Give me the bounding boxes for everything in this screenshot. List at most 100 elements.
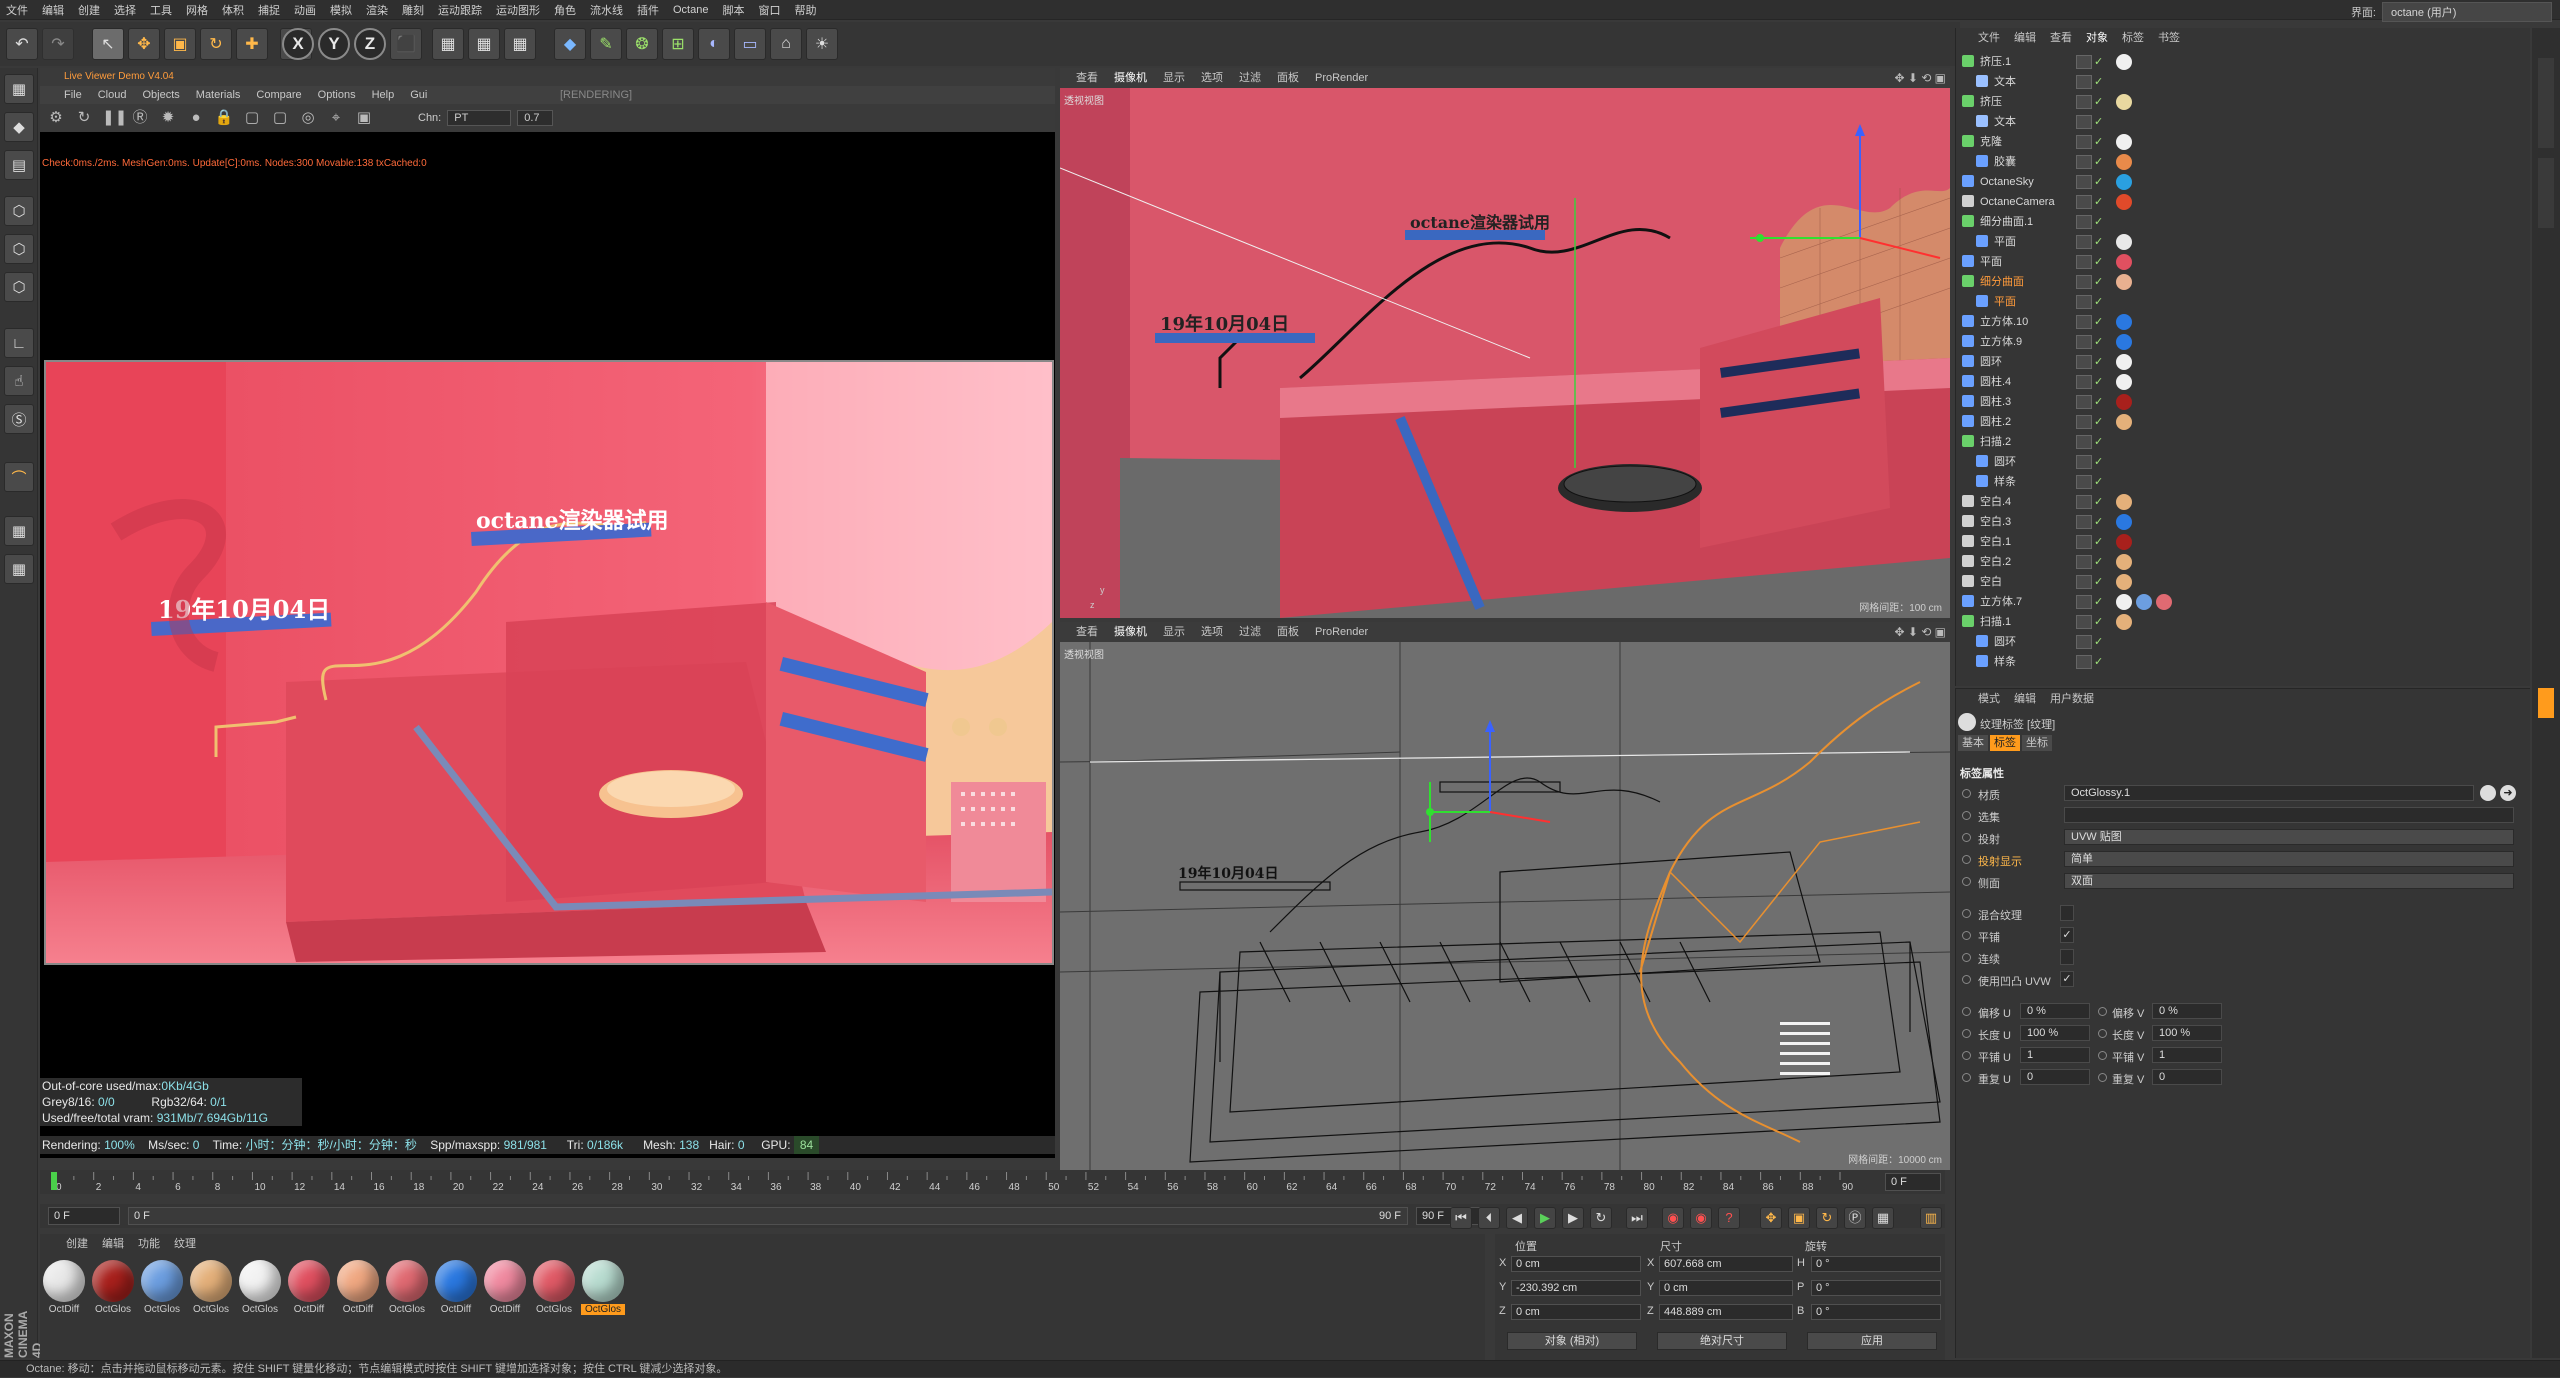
visibility-toggle[interactable]	[2076, 415, 2092, 429]
play-button[interactable]: ▶	[1534, 1207, 1556, 1229]
offset-v-field[interactable]: 0 %	[2152, 1003, 2222, 1019]
object-row[interactable]: 圆环 ✓	[1956, 352, 2531, 372]
object-name[interactable]: 文本	[1994, 72, 2016, 92]
object-name[interactable]: 空白.4	[1980, 492, 2011, 512]
object-name[interactable]: 圆环	[1994, 452, 2016, 472]
material-swatch[interactable]: OctGlos	[189, 1260, 233, 1315]
enabled-check-icon[interactable]: ✓	[2094, 392, 2103, 412]
object-row[interactable]: 文本 ✓	[1956, 72, 2531, 92]
pause-icon[interactable]: ❚❚	[102, 108, 127, 128]
material-tag-icon[interactable]	[2116, 614, 2132, 630]
viewport-menu-item[interactable]: 查看	[1076, 622, 1098, 642]
material-tag-icon[interactable]	[2116, 514, 2132, 530]
live-viewer-menu-item[interactable]: File	[64, 86, 82, 104]
menu-item[interactable]: 体积	[222, 2, 244, 18]
size-field[interactable]: 0 cm	[1659, 1280, 1793, 1296]
object-row[interactable]: 空白.2 ✓	[1956, 552, 2531, 572]
object-name[interactable]: 圆柱.2	[1980, 412, 2011, 432]
render-settings-button[interactable]: ▦	[504, 28, 536, 60]
playhead[interactable]	[51, 1172, 57, 1190]
menu-item[interactable]: 工具	[150, 2, 172, 18]
object-manager-tab[interactable]: 标签	[2122, 28, 2144, 48]
interface-select[interactable]: octane (用户)	[2382, 2, 2552, 22]
object-name[interactable]: 空白.1	[1980, 532, 2011, 552]
menu-item[interactable]: 编辑	[42, 2, 64, 18]
live-viewer-menu-item[interactable]: Options	[318, 86, 356, 104]
live-viewer-menu-item[interactable]: Objects	[142, 86, 179, 104]
object-row[interactable]: 挤压 ✓	[1956, 92, 2531, 112]
object-name[interactable]: 克隆	[1980, 132, 2002, 152]
viewport-perspective-bottom[interactable]: 查看 摄像机 显示 选项 过滤 面板 ProRender ✥ ⬇ ⟲ ▣ 19年…	[1060, 622, 1950, 1170]
picker-icon[interactable]: ◎	[298, 108, 318, 128]
workplane-icon[interactable]: ▦	[4, 516, 34, 546]
object-row[interactable]: 克隆 ✓	[1956, 132, 2531, 152]
enabled-check-icon[interactable]: ✓	[2094, 612, 2103, 632]
menu-item[interactable]: 窗口	[758, 2, 780, 18]
visibility-toggle[interactable]	[2076, 95, 2092, 109]
visibility-toggle[interactable]	[2076, 315, 2092, 329]
material-tag-icon[interactable]	[2116, 174, 2132, 190]
visibility-toggle[interactable]	[2076, 375, 2092, 389]
visibility-toggle[interactable]	[2076, 535, 2092, 549]
object-name[interactable]: 样条	[1994, 652, 2016, 672]
material-link-field[interactable]: OctGlossy.1	[2064, 785, 2474, 801]
menu-item[interactable]: 流水线	[590, 2, 623, 18]
axis-mode-icon[interactable]: ∟	[4, 328, 34, 358]
viewport-menu-item[interactable]: 面板	[1277, 68, 1299, 88]
repeat-v-field[interactable]: 0	[2152, 1069, 2222, 1085]
visibility-toggle[interactable]	[2076, 515, 2092, 529]
menu-item[interactable]: 网格	[186, 2, 208, 18]
visibility-toggle[interactable]	[2076, 135, 2092, 149]
enabled-check-icon[interactable]: ✓	[2094, 232, 2103, 252]
enabled-check-icon[interactable]: ✓	[2094, 352, 2103, 372]
object-name[interactable]: 平面	[1994, 292, 2016, 312]
visibility-toggle[interactable]	[2076, 655, 2092, 669]
object-row[interactable]: 圆柱.2 ✓	[1956, 412, 2531, 432]
enabled-check-icon[interactable]: ✓	[2094, 112, 2103, 132]
goto-start-button[interactable]: ⏮	[1450, 1207, 1472, 1229]
material-sphere-icon[interactable]: ●	[186, 108, 206, 128]
tile-checkbox[interactable]: ✓	[2060, 927, 2074, 943]
visibility-toggle[interactable]	[2076, 175, 2092, 189]
material-tag-icon[interactable]	[2116, 134, 2132, 150]
repeat-u-field[interactable]: 0	[2020, 1069, 2090, 1085]
bump-uvw-checkbox[interactable]: ✓	[2060, 971, 2074, 987]
autokey-button[interactable]: ◉	[1690, 1207, 1712, 1229]
visibility-toggle[interactable]	[2076, 75, 2092, 89]
key-scale-button[interactable]: ▣	[1788, 1207, 1810, 1229]
object-name[interactable]: 空白.3	[1980, 512, 2011, 532]
rotate-tool-button[interactable]: ↻	[200, 28, 232, 60]
settings-icon[interactable]: ⚙	[46, 108, 66, 128]
menu-item[interactable]: 雕刻	[402, 2, 424, 18]
visibility-toggle[interactable]	[2076, 155, 2092, 169]
subdivision-icon[interactable]: ❂	[626, 28, 658, 60]
magnet-icon[interactable]: ⌒	[4, 462, 34, 492]
material-tag-icon[interactable]	[2116, 594, 2132, 610]
material-tag-icon[interactable]	[2136, 594, 2152, 610]
enabled-check-icon[interactable]: ✓	[2094, 492, 2103, 512]
loop-button[interactable]: ↻	[1590, 1207, 1612, 1229]
visibility-toggle[interactable]	[2076, 595, 2092, 609]
current-frame-field[interactable]: 0 F	[1885, 1173, 1941, 1191]
light-icon[interactable]: ☀	[806, 28, 838, 60]
timeline-window-button[interactable]: ▥	[1920, 1207, 1942, 1229]
material-tag-icon[interactable]	[2116, 554, 2132, 570]
material-tag-icon[interactable]	[2116, 154, 2132, 170]
menu-item[interactable]: 动画	[294, 2, 316, 18]
offset-u-field[interactable]: 0 %	[2020, 1003, 2090, 1019]
tile-u-field[interactable]: 1	[2020, 1047, 2090, 1063]
refresh-icon[interactable]: ↻	[74, 108, 94, 128]
attribute-subtab[interactable]: 坐标	[2022, 735, 2052, 751]
viewport-menu-item[interactable]: ProRender	[1315, 68, 1368, 88]
object-row[interactable]: 文本 ✓	[1956, 112, 2531, 132]
visibility-toggle[interactable]	[2076, 335, 2092, 349]
visibility-toggle[interactable]	[2076, 275, 2092, 289]
enabled-check-icon[interactable]: ✓	[2094, 332, 2103, 352]
menu-item[interactable]: 脚本	[722, 2, 744, 18]
enabled-check-icon[interactable]: ✓	[2094, 532, 2103, 552]
object-name[interactable]: 挤压	[1980, 92, 2002, 112]
visibility-toggle[interactable]	[2076, 195, 2092, 209]
material-tag-icon[interactable]	[2116, 374, 2132, 390]
select-tool-button[interactable]: ↖	[92, 28, 124, 60]
enabled-check-icon[interactable]: ✓	[2094, 372, 2103, 392]
